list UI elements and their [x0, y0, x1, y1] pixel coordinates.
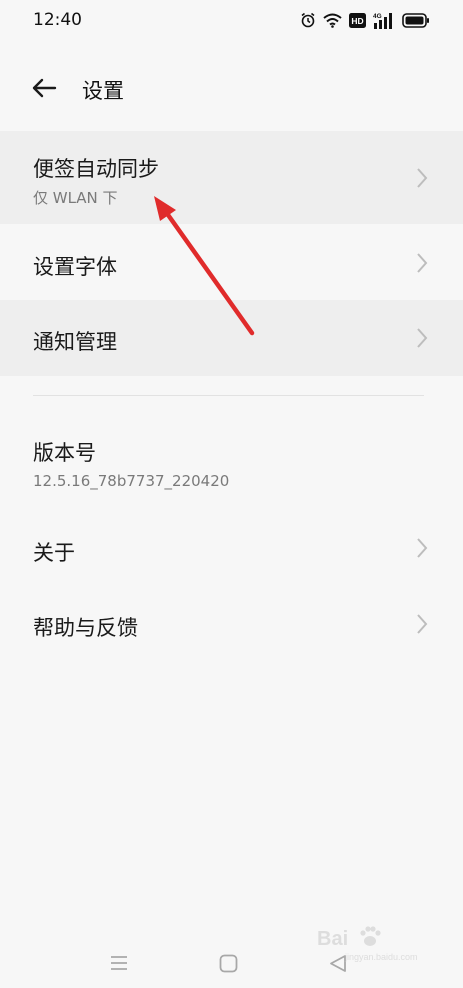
chevron-right-icon: [417, 168, 428, 188]
setting-notifications[interactable]: 通知管理: [0, 300, 463, 376]
alarm-icon: [300, 12, 316, 28]
setting-font-label: 设置字体: [33, 255, 117, 279]
chevron-right-icon: [417, 614, 428, 634]
status-icons: HD 4G: [300, 10, 430, 30]
setting-notifications-label: 通知管理: [33, 330, 117, 354]
menu-icon[interactable]: [110, 954, 128, 976]
arrow-left-icon: [32, 78, 57, 98]
signal-4g-icon: 4G: [373, 12, 395, 29]
chevron-right-icon: [417, 538, 428, 558]
setting-help-feedback[interactable]: 帮助与反馈: [0, 587, 463, 663]
paw-icon: [360, 926, 381, 946]
chevron-right-icon: [417, 328, 428, 348]
svg-text:4G: 4G: [373, 13, 382, 20]
svg-text:HD: HD: [351, 16, 363, 26]
hd-icon: HD: [349, 12, 366, 28]
battery-icon: [402, 12, 430, 28]
setting-about-label: 关于: [33, 541, 75, 565]
baidu-watermark: Bai jingyan.baidu.com: [317, 922, 437, 966]
setting-auto-sync[interactable]: 便签自动同步 仅 WLAN 下: [0, 131, 463, 224]
setting-version: 版本号 12.5.16_78b7737_220420: [0, 420, 463, 505]
status-time: 12:40: [33, 10, 82, 30]
watermark-text: Bai: [317, 928, 349, 950]
setting-about[interactable]: 关于: [0, 511, 463, 586]
setting-version-label: 版本号: [33, 441, 96, 465]
status-bar: 12:40 HD 4G: [0, 0, 463, 40]
section-divider: [33, 395, 424, 396]
app-header: 设置: [0, 62, 463, 114]
back-button[interactable]: [26, 72, 62, 104]
setting-version-value: 12.5.16_78b7737_220420: [33, 472, 230, 490]
chevron-right-icon: [417, 253, 428, 273]
watermark-sub: jingyan.baidu.com: [345, 952, 418, 962]
home-icon[interactable]: [219, 954, 238, 977]
page-title: 设置: [82, 79, 124, 103]
wifi-icon: [323, 13, 342, 28]
setting-auto-sync-value: 仅 WLAN 下: [33, 189, 118, 207]
setting-font[interactable]: 设置字体: [0, 225, 463, 300]
setting-auto-sync-label: 便签自动同步: [33, 157, 159, 181]
setting-help-feedback-label: 帮助与反馈: [33, 616, 138, 640]
